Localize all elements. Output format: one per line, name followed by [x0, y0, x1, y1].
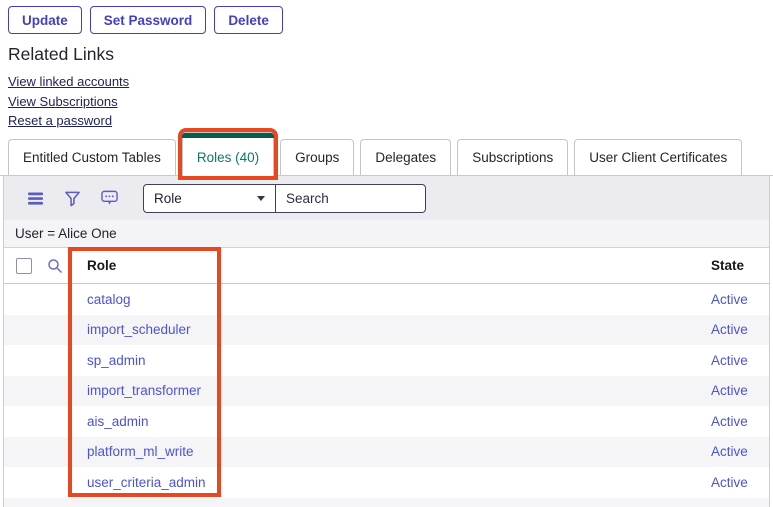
state-value[interactable]: Active [711, 292, 769, 307]
related-links-list: View linked accounts View Subscriptions … [8, 74, 129, 128]
state-value[interactable]: Active [711, 414, 769, 429]
list-toolbar: Role [4, 176, 769, 220]
action-bar: Update Set Password Delete [8, 6, 283, 34]
chevron-down-icon [257, 196, 265, 201]
tab-entitled-custom-tables[interactable]: Entitled Custom Tables [8, 139, 176, 175]
table-body: catalog Active import_scheduler Active s… [4, 284, 769, 498]
state-value[interactable]: Active [711, 353, 769, 368]
table-row-import-scheduler[interactable]: import_scheduler Active [4, 315, 769, 346]
next-row-partial [4, 498, 769, 507]
role-link[interactable]: import_transformer [87, 383, 711, 398]
related-links-title: Related Links [8, 44, 129, 65]
tab-delegates[interactable]: Delegates [360, 139, 451, 175]
select-all-checkbox[interactable] [16, 258, 32, 274]
role-link[interactable]: ais_admin [87, 414, 711, 429]
table-row-import-transformer[interactable]: import_transformer Active [4, 376, 769, 407]
delete-button[interactable]: Delete [214, 6, 283, 34]
search-row-icon[interactable] [46, 257, 64, 275]
search-input[interactable] [276, 184, 426, 213]
table-row-user-criteria-admin[interactable]: user_criteria_admin Active [4, 467, 769, 498]
list-breadcrumb-row: User = Alice One [4, 220, 769, 248]
table-row-platform-ml-write[interactable]: platform_ml_write Active [4, 437, 769, 468]
state-value[interactable]: Active [711, 322, 769, 337]
search-column-value: Role [154, 191, 182, 206]
tab-groups[interactable]: Groups [280, 139, 354, 175]
related-link-view-linked-accounts[interactable]: View linked accounts [8, 74, 129, 89]
table-row-catalog[interactable]: catalog Active [4, 284, 769, 315]
role-link[interactable]: import_scheduler [87, 322, 711, 337]
roles-list-panel: Role User = Alice One Role State catalog… [3, 176, 770, 507]
list-menu-icon[interactable] [26, 189, 44, 207]
tabstrip: Entitled Custom Tables Roles (40) Groups… [8, 132, 748, 176]
related-link-view-subscriptions[interactable]: View Subscriptions [8, 94, 129, 109]
tab-roles-40[interactable]: Roles (40) [182, 132, 274, 176]
update-button[interactable]: Update [8, 6, 82, 34]
role-link[interactable]: catalog [87, 292, 711, 307]
role-link[interactable]: platform_ml_write [87, 444, 711, 459]
related-links-section: Related Links View linked accounts View … [8, 44, 129, 133]
role-link[interactable]: user_criteria_admin [87, 475, 711, 490]
state-value[interactable]: Active [711, 444, 769, 459]
filter-icon[interactable] [63, 189, 81, 207]
column-header-role[interactable]: Role [87, 258, 711, 273]
table-row-sp-admin[interactable]: sp_admin Active [4, 345, 769, 376]
related-link-reset-a-password[interactable]: Reset a password [8, 113, 129, 128]
table-row-ais-admin[interactable]: ais_admin Active [4, 406, 769, 437]
search-column-select[interactable]: Role [143, 184, 276, 213]
chat-icon[interactable] [100, 189, 118, 207]
state-value[interactable]: Active [711, 475, 769, 490]
set-password-button[interactable]: Set Password [90, 6, 207, 34]
user-record-screen: Update Set Password Delete Related Links… [0, 0, 773, 507]
breadcrumb[interactable]: User = Alice One [15, 226, 117, 241]
column-header-state[interactable]: State [711, 258, 769, 273]
role-link[interactable]: sp_admin [87, 353, 711, 368]
tab-user-client-certificates[interactable]: User Client Certificates [574, 139, 742, 175]
state-value[interactable]: Active [711, 383, 769, 398]
table-header: Role State [4, 248, 769, 284]
tab-subscriptions[interactable]: Subscriptions [457, 139, 568, 175]
